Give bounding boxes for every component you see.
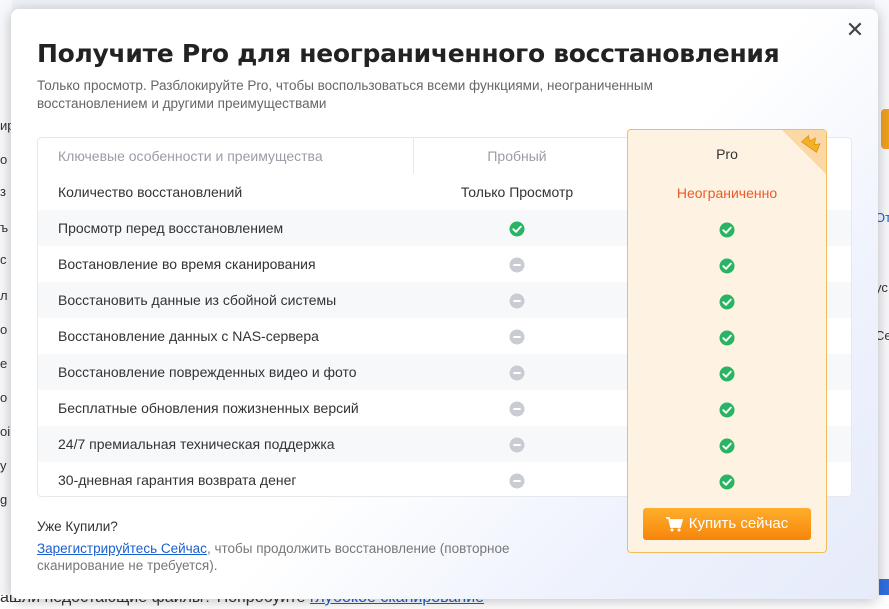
feature-label: Восстановление поврежденных видео и фото	[58, 364, 357, 380]
cart-icon	[665, 516, 683, 532]
trial-value: Только Просмотр	[460, 184, 574, 200]
check-circle-icon	[509, 221, 525, 237]
bg-fragment: з	[0, 184, 6, 199]
check-circle-icon	[719, 438, 735, 454]
trial-status	[414, 354, 620, 390]
feature-label: Востановление во время сканирования	[58, 256, 316, 272]
bg-fragment: о	[0, 152, 8, 167]
trial-status	[414, 390, 620, 426]
trial-status	[414, 210, 620, 246]
minus-circle-icon	[509, 329, 525, 345]
minus-circle-icon	[509, 401, 525, 417]
feature-label: Восстановить данные из сбойной системы	[58, 292, 337, 308]
bg-fragment: g	[0, 492, 8, 507]
pro-status	[628, 463, 826, 499]
pro-status	[628, 355, 826, 391]
register-note: Зарегистрируйтесь Сейчас, чтобы продолжи…	[37, 540, 557, 574]
bg-fragment: с	[0, 252, 7, 267]
register-now-link[interactable]: Зарегистрируйтесь Сейчас	[37, 541, 207, 556]
dialog-subtitle: Только просмотр. Разблокируйте Pro, чтоб…	[37, 78, 653, 111]
bg-fragment: л	[0, 288, 8, 303]
header-feature: Ключевые особенности и преимущества	[58, 148, 323, 164]
pro-status	[628, 319, 826, 355]
feature-label: Просмотр перед восстановлением	[58, 220, 284, 236]
check-circle-icon	[719, 330, 735, 346]
feature-label: Количество восстановлений	[58, 184, 243, 200]
trial-status	[414, 462, 620, 498]
bg-fragment: у	[0, 458, 7, 473]
background-tile	[881, 109, 889, 149]
check-circle-icon	[719, 294, 735, 310]
header-pro: Pro	[716, 146, 738, 162]
close-icon[interactable]: ✕	[844, 19, 866, 41]
pro-status	[628, 391, 826, 427]
buy-now-label: Купить сейчас	[688, 515, 789, 532]
pro-recovery-value: Неограниченно	[676, 185, 778, 201]
trial-status	[414, 246, 620, 282]
minus-circle-icon	[509, 473, 525, 489]
check-circle-icon	[719, 402, 735, 418]
dialog-title: Получите Pro для неограниченного восстан…	[37, 39, 780, 68]
trial-status	[414, 426, 620, 462]
pro-status	[628, 283, 826, 319]
bg-fragment: о	[0, 390, 8, 405]
bg-fragment: е	[0, 356, 8, 371]
pro-column: Pro Неограниченно Купить сейчас	[627, 129, 827, 553]
minus-circle-icon	[509, 257, 525, 273]
trial-status	[414, 318, 620, 354]
pro-status	[628, 427, 826, 463]
bg-fragment: о	[0, 322, 8, 337]
check-circle-icon	[719, 222, 735, 238]
header-trial: Пробный	[487, 148, 547, 164]
check-circle-icon	[719, 258, 735, 274]
feature-label: Восстановление данных с NAS-сервера	[58, 328, 319, 344]
upgrade-dialog: ✕ Получите Pro для неограниченного восст…	[11, 9, 878, 599]
buy-now-button[interactable]: Купить сейчас	[643, 508, 811, 540]
check-circle-icon	[719, 366, 735, 382]
feature-label: Бесплатные обновления пожизненных версий	[58, 400, 359, 416]
pro-status	[628, 247, 826, 283]
already-purchased-text: Уже Купили?	[37, 519, 118, 534]
check-circle-icon	[719, 474, 735, 490]
feature-label: 30-дневная гарантия возврата денег	[58, 472, 297, 488]
minus-circle-icon	[509, 437, 525, 453]
trial-status	[414, 282, 620, 318]
bg-fragment: ъ	[0, 220, 9, 235]
pro-status	[628, 211, 826, 247]
minus-circle-icon	[509, 365, 525, 381]
minus-circle-icon	[509, 293, 525, 309]
feature-label: 24/7 премиальная техническая поддержка	[58, 436, 335, 452]
bg-fragment: oi	[0, 424, 11, 439]
